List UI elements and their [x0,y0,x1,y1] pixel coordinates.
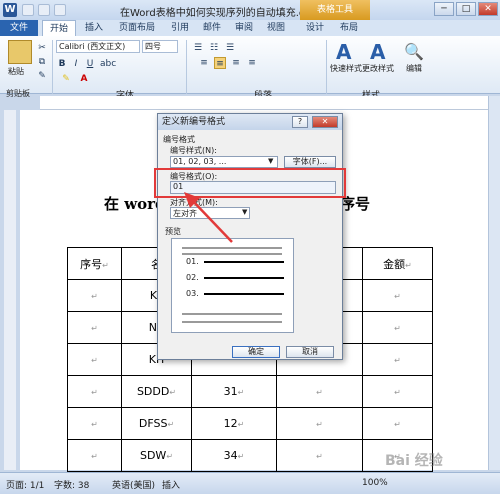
format-painter-icon[interactable]: ✎ [36,70,48,82]
redo-icon[interactable] [54,4,66,16]
preview-item-3: 03. [186,289,199,298]
tab-home[interactable]: 开始 [42,20,76,36]
multilevel-icon[interactable]: ☰ [224,42,236,54]
ok-button[interactable]: 确定 [232,346,280,358]
underline-button[interactable]: U [84,58,96,70]
preview-item-1: 01. [186,257,199,266]
tab-file[interactable]: 文件 [0,20,38,36]
table-row: ↵ SDDD↵ 31↵ ↵ ↵ [67,375,433,408]
quick-style-button[interactable]: 快速样式 [330,63,362,74]
highlight-icon[interactable]: ✎ [60,73,72,85]
cut-icon[interactable]: ✂ [36,42,48,54]
paste-icon[interactable] [8,40,32,64]
align-center-icon[interactable]: ≡ [214,57,226,69]
table-cell[interactable]: ↵ [67,439,122,472]
number-style-label: 编号样式(N): [170,146,217,155]
font-color-icon[interactable]: A [78,73,90,85]
clipboard-group-label: 剪贴板 [6,89,30,98]
word-app-icon[interactable]: W [3,3,17,17]
table-cell[interactable]: ↵ [276,439,363,472]
table-row: ↵ DFSS↵ 12↵ ↵ ↵ [67,407,433,440]
table-cell[interactable]: ↵ [67,279,122,312]
language-status[interactable]: 英语(美国) [112,478,155,491]
numbering-preview: 01. 02. 03. [171,238,294,333]
watermark-text: Bai 经验 [385,453,443,469]
table-cell[interactable]: ↵ [276,375,363,408]
table-cell[interactable]: ↵ [362,343,433,376]
close-button[interactable]: ✕ [478,2,498,16]
zoom-level[interactable]: 100% [362,478,388,488]
table-cell[interactable]: ↵ [67,343,122,376]
table-cell[interactable]: ↵ [362,375,433,408]
cancel-button[interactable]: 取消 [286,346,334,358]
table-cell[interactable]: 31↵ [191,375,277,408]
insert-mode[interactable]: 插入 [162,478,180,491]
preview-label: 预览 [165,227,181,236]
table-cell[interactable]: SDW↵ [121,439,192,472]
chevron-down-icon[interactable]: ▼ [242,208,247,216]
table-cell[interactable]: ↵ [362,279,433,312]
minimize-button[interactable]: ─ [434,2,454,16]
table-cell[interactable]: ↵ [362,407,433,440]
tab-insert[interactable]: 插入 [80,20,108,36]
table-tools-label: 表格工具 [300,0,370,20]
tab-design[interactable]: 设计 [300,20,330,36]
edit-button[interactable]: 编辑 [406,63,422,74]
table-cell[interactable]: ↵ [362,311,433,344]
tab-layout[interactable]: 布局 [334,20,364,36]
annotation-arrow-icon [184,192,233,243]
align-right-icon[interactable]: ≡ [230,57,242,69]
italic-button[interactable]: I [70,58,82,70]
horizontal-ruler [40,96,490,110]
header-cell[interactable]: 序号↵ [67,247,122,280]
dialog-close-button[interactable]: ✕ [312,116,338,128]
table-cell[interactable]: SDDD↵ [121,375,192,408]
save-icon[interactable] [22,4,34,16]
numbering-section-label: 编号格式 [163,135,195,144]
bullets-icon[interactable]: ☰ [192,42,204,54]
paste-label[interactable]: 粘贴 [8,66,24,77]
strikethrough-icon[interactable]: abc [100,58,116,70]
copy-icon[interactable]: ⧉ [36,56,48,68]
table-cell[interactable]: ↵ [67,407,122,440]
table-row: ↵ SDW↵ 34↵ ↵ ↵ [67,439,433,472]
quick-style-icon[interactable]: A [336,40,351,64]
table-cell[interactable]: ↵ [276,407,363,440]
number-style-select[interactable]: 01, 02, 03, ... [170,156,278,168]
undo-icon[interactable] [38,4,50,16]
tab-view[interactable]: 视图 [262,20,290,36]
find-icon[interactable]: 🔍 [404,42,424,61]
font-size-select[interactable]: 四号 [142,40,178,53]
page-count[interactable]: 页面: 1/1 [6,478,44,491]
chevron-down-icon[interactable]: ▼ [268,157,273,165]
table-cell[interactable]: DFSS↵ [121,407,192,440]
tab-review[interactable]: 审阅 [230,20,258,36]
bold-button[interactable]: B [56,58,68,70]
word-count[interactable]: 字数: 38 [54,478,89,491]
tab-page-layout[interactable]: 页面布局 [112,20,162,36]
change-style-icon[interactable]: A [370,40,385,64]
vertical-ruler [4,110,16,470]
table-cell[interactable]: 34↵ [191,439,277,472]
justify-icon[interactable]: ≡ [246,57,258,69]
maximize-button[interactable]: □ [456,2,476,16]
font-name-select[interactable]: Calibri (西文正文) [56,40,140,53]
table-cell[interactable]: 12↵ [191,407,277,440]
table-cell[interactable]: ↵ [67,311,122,344]
header-cell[interactable]: 金额↵ [362,247,433,280]
tab-references[interactable]: 引用 [166,20,194,36]
change-style-button[interactable]: 更改样式 [362,63,394,74]
vertical-scrollbar[interactable] [488,96,500,470]
preview-item-2: 02. [186,273,199,282]
dialog-help-button[interactable]: ? [292,116,308,128]
numbering-icon[interactable]: ☷ [208,42,220,54]
tab-mailings[interactable]: 邮件 [198,20,226,36]
table-cell[interactable]: ↵ [67,375,122,408]
align-left-icon[interactable]: ≡ [198,57,210,69]
font-button[interactable]: 字体(F)... [284,156,336,168]
